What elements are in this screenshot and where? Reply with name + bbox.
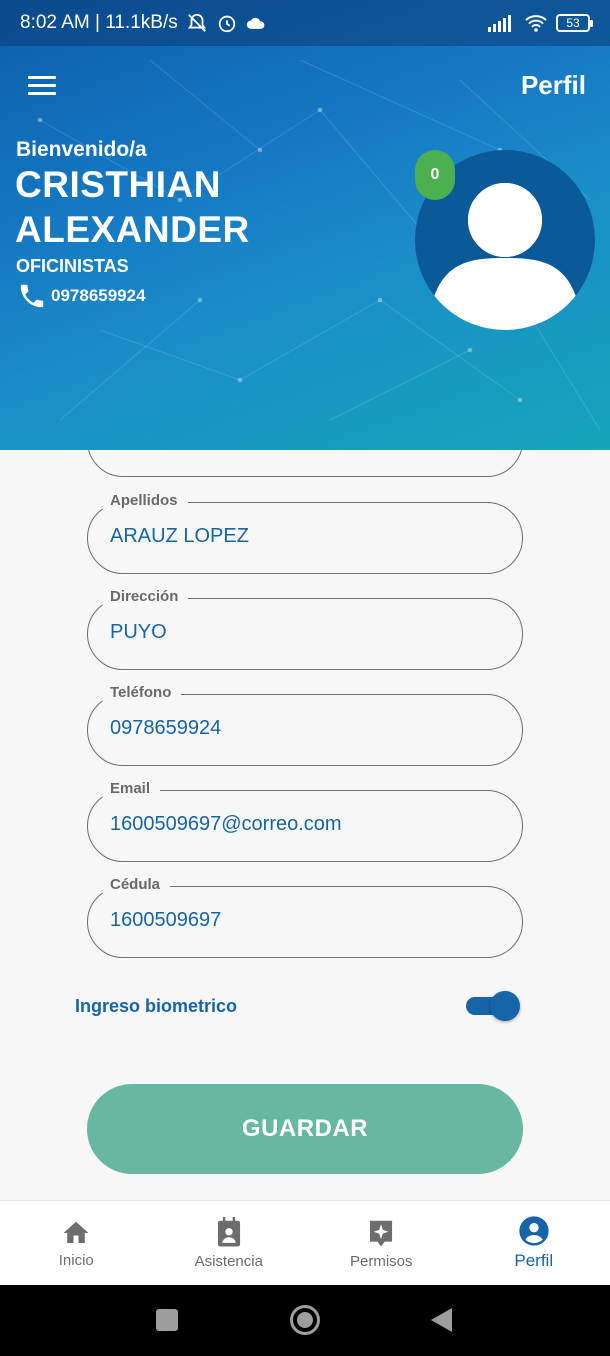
- wifi-icon: [525, 15, 547, 32]
- profile-header: 8:02 AM | 11.1kB/s 53 Perfil Bienvenido/…: [0, 0, 610, 450]
- user-phone-number: 0978659924: [51, 286, 146, 305]
- field-label: Email: [100, 780, 161, 797]
- nav-label: Permisos: [349, 1252, 413, 1270]
- battery-icon: 53: [556, 14, 593, 32]
- cedula-input[interactable]: [110, 909, 500, 932]
- nav-label: Asistencia: [194, 1252, 263, 1270]
- profile-form: Apellidos Dirección Teléfono Email Cédul…: [0, 450, 610, 1200]
- system-navigation-bar: [0, 1285, 610, 1356]
- nav-label: Perfil: [514, 1251, 554, 1270]
- bottom-navigation: Inicio Asistencia Permisos Perfil: [0, 1200, 610, 1285]
- field-label: Apellidos: [100, 492, 188, 509]
- welcome-text: Bienvenido/a: [16, 138, 147, 161]
- home-icon: [63, 1221, 89, 1243]
- alarm-icon: [218, 15, 235, 33]
- field-cedula[interactable]: Cédula: [87, 876, 523, 958]
- nav-item-asistencia[interactable]: Asistencia: [153, 1201, 306, 1285]
- field-label: Dirección: [100, 588, 189, 605]
- nav-item-inicio[interactable]: Inicio: [0, 1201, 153, 1285]
- user-role: OFICINISTAS: [16, 256, 129, 276]
- signal-icon: [488, 15, 511, 32]
- vibrate-off-icon: [187, 13, 206, 32]
- permissions-icon: [370, 1220, 393, 1247]
- nav-item-perfil[interactable]: Perfil: [458, 1201, 610, 1285]
- user-first-name: CRISTHIAN: [15, 164, 221, 205]
- menu-icon[interactable]: [28, 76, 56, 96]
- page-title: Perfil: [520, 70, 586, 100]
- field-telefono[interactable]: Teléfono: [87, 684, 523, 766]
- direccion-input[interactable]: [110, 621, 500, 644]
- field-direccion[interactable]: Dirección: [87, 588, 523, 670]
- profile-icon: [519, 1216, 549, 1246]
- cloud-icon: [246, 17, 265, 29]
- recent-apps-icon[interactable]: [156, 1309, 178, 1331]
- field-email[interactable]: Email: [87, 780, 523, 862]
- phone-icon: [20, 284, 44, 308]
- attendance-icon: [217, 1216, 240, 1247]
- status-bar: 8:02 AM | 11.1kB/s 53: [0, 0, 610, 46]
- nav-label: Inicio: [58, 1251, 94, 1269]
- user-phone: 0978659924: [17, 281, 146, 311]
- hidden-field-top[interactable]: [87, 450, 523, 477]
- telefono-input[interactable]: [110, 717, 500, 740]
- email-input[interactable]: [110, 813, 500, 836]
- notification-badge[interactable]: 0: [415, 150, 455, 200]
- apellidos-input[interactable]: [110, 525, 500, 548]
- battery-level: 53: [566, 16, 580, 30]
- save-button[interactable]: GUARDAR: [87, 1084, 523, 1174]
- nav-item-permisos[interactable]: Permisos: [305, 1201, 458, 1285]
- biometric-toggle[interactable]: [466, 991, 520, 1021]
- back-icon[interactable]: [431, 1308, 453, 1332]
- status-time: 8:02 AM | 11.1kB/s: [20, 12, 178, 33]
- toggle-thumb: [490, 991, 520, 1021]
- field-label: Teléfono: [100, 684, 182, 701]
- user-second-name: ALEXANDER: [15, 209, 250, 250]
- home-button-icon[interactable]: [289, 1304, 321, 1336]
- field-label: Cédula: [100, 876, 171, 893]
- biometric-label: Ingreso biometrico: [75, 996, 238, 1016]
- field-apellidos[interactable]: Apellidos: [87, 492, 523, 574]
